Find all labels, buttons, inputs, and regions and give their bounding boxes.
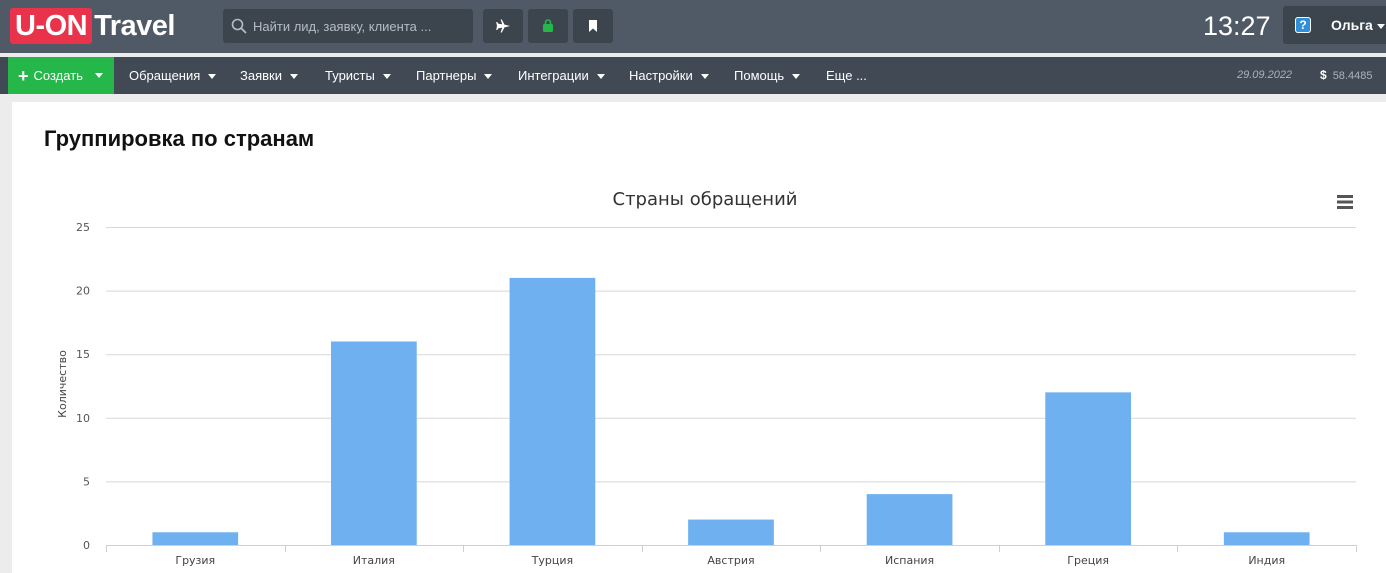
nav-item-help[interactable]: Помощь <box>734 57 801 94</box>
nav-item-more[interactable]: Еще ... <box>826 57 867 94</box>
chevron-down-icon <box>484 74 493 80</box>
nav-item-orders[interactable]: Заявки <box>240 57 298 94</box>
create-label: Создать <box>33 68 83 83</box>
logo-text: Travel <box>94 9 175 42</box>
dollar-icon: $ <box>1320 68 1327 82</box>
top-header: U-ON Travel 13:27 ? Ольга <box>0 0 1386 53</box>
bookmark-button[interactable] <box>573 9 613 43</box>
x-tick-label: Индия <box>1248 554 1285 567</box>
bookmark-icon <box>589 20 597 32</box>
x-tick-label: Греция <box>1067 554 1109 567</box>
chart-menu-icon[interactable] <box>1336 194 1354 212</box>
nav-item-integrations[interactable]: Интеграции <box>518 57 605 94</box>
nav-label: Партнеры <box>416 68 477 83</box>
clock: 13:27 <box>1203 11 1271 41</box>
currency-rate: $58.4485 <box>1320 57 1372 95</box>
bar[interactable] <box>1045 392 1131 545</box>
nav-label: Помощь <box>734 68 785 83</box>
nav-item-partners[interactable]: Партнеры <box>416 57 493 94</box>
bar-chart: Страны обращений Количество 0 5 10 15 20 25 Гр… <box>56 189 1357 567</box>
nav-label: Заявки <box>240 68 282 83</box>
bar[interactable] <box>866 494 953 545</box>
y-tick-label: 10 <box>76 412 90 425</box>
x-tick-label: Италия <box>353 554 395 567</box>
bar[interactable] <box>509 277 596 545</box>
bar[interactable] <box>688 519 774 545</box>
user-name: Ольга <box>1331 17 1373 33</box>
nav-item-requests[interactable]: Обращения <box>129 57 217 94</box>
help-icon[interactable]: ? <box>1295 17 1311 33</box>
nav-item-tourists[interactable]: Туристы <box>325 57 391 94</box>
chevron-down-icon <box>208 74 217 80</box>
chevron-down-icon <box>1377 24 1385 29</box>
logo-mark: U-ON <box>10 8 93 44</box>
y-tick-label: 20 <box>76 285 90 298</box>
y-tick-label: 25 <box>76 221 90 234</box>
plus-icon: + <box>18 65 29 86</box>
chevron-down-icon <box>94 73 103 78</box>
chevron-down-icon <box>596 74 605 80</box>
bar[interactable] <box>331 341 417 545</box>
y-tick-label: 5 <box>83 475 90 488</box>
rate-value: 58.4485 <box>1332 70 1373 82</box>
chart-title: Страны обращений <box>613 189 798 210</box>
nav-label: Настройки <box>629 68 693 83</box>
chevron-down-icon <box>700 74 709 80</box>
search-icon <box>231 18 247 34</box>
chevron-down-icon <box>289 74 298 80</box>
bag-icon <box>543 19 553 32</box>
nav-label: Обращения <box>129 68 201 83</box>
bar[interactable] <box>1223 532 1310 545</box>
y-tick-label: 15 <box>76 348 90 361</box>
nav-label: Интеграции <box>518 68 589 83</box>
x-tick-label: Турция <box>531 554 573 567</box>
search-input[interactable] <box>253 9 463 43</box>
x-tick-label: Грузия <box>175 554 215 567</box>
create-button[interactable]: + Создать <box>8 57 114 94</box>
nav-label: Еще ... <box>826 68 867 83</box>
user-menu[interactable]: ? Ольга <box>1283 6 1386 44</box>
x-tick-label: Испания <box>885 554 934 567</box>
content-panel: Группировка по странам Страны обращений … <box>12 102 1386 573</box>
y-tick-label: 0 <box>83 539 90 552</box>
x-tick-label: Австрия <box>707 554 754 567</box>
y-axis-label: Количество <box>56 350 69 418</box>
main-nav: + Создать Обращения Заявки Туристы Партн… <box>0 57 1386 94</box>
nav-item-settings[interactable]: Настройки <box>629 57 709 94</box>
bag-button[interactable] <box>528 9 568 43</box>
current-date: 29.09.2022 <box>1237 69 1293 81</box>
airplane-icon <box>496 19 510 33</box>
bar[interactable] <box>152 532 239 545</box>
search-box <box>223 9 473 43</box>
flights-button[interactable] <box>483 9 523 43</box>
chevron-down-icon <box>792 74 801 80</box>
logo[interactable]: U-ON Travel <box>10 8 175 44</box>
nav-label: Туристы <box>325 68 375 83</box>
chevron-down-icon <box>382 74 391 80</box>
